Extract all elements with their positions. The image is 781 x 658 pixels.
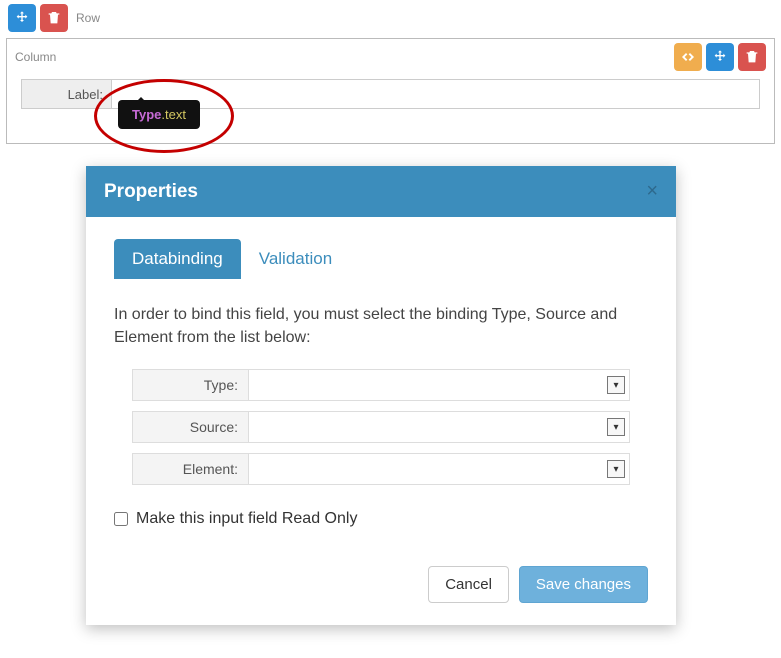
delete-button[interactable] [40, 4, 68, 32]
trash-icon [46, 10, 62, 26]
code-icon [680, 49, 696, 65]
source-select[interactable] [249, 412, 629, 442]
readonly-checkbox[interactable] [114, 512, 128, 526]
bind-label-source: Source: [133, 412, 249, 442]
delete-button-column[interactable] [738, 43, 766, 71]
row-label: Row [76, 11, 100, 25]
readonly-label: Make this input field Read Only [136, 510, 357, 528]
save-button[interactable]: Save changes [519, 566, 648, 603]
tab-content: In order to bind this field, you must se… [114, 303, 648, 528]
move-button-column[interactable] [706, 43, 734, 71]
row-toolbar: Row [0, 0, 781, 36]
tab-validation[interactable]: Validation [241, 239, 350, 279]
move-icon [712, 49, 728, 65]
element-select[interactable] [249, 454, 629, 484]
binding-tooltip: Type.text [118, 100, 200, 129]
column-title: Column [15, 50, 56, 64]
bind-row-source: Source: ▾ [132, 411, 630, 443]
trash-icon [744, 49, 760, 65]
tooltip-type: Type [132, 107, 161, 122]
dialog-body: Databinding Validation In order to bind … [86, 217, 676, 548]
code-button[interactable] [674, 43, 702, 71]
dialog-footer: Cancel Save changes [86, 548, 676, 625]
tab-databinding[interactable]: Databinding [114, 239, 241, 279]
label-input[interactable] [112, 80, 759, 108]
move-button[interactable] [8, 4, 36, 32]
readonly-option[interactable]: Make this input field Read Only [114, 510, 648, 528]
dialog-title: Properties [104, 181, 198, 203]
binding-table: Type: ▾ Source: ▾ Element: [132, 369, 630, 485]
dialog-header: Properties × [86, 166, 676, 217]
column-header: Column [7, 39, 774, 75]
field-label: Label: [22, 80, 112, 108]
cancel-button[interactable]: Cancel [428, 566, 509, 603]
type-select[interactable] [249, 370, 629, 400]
bind-label-type: Type: [133, 370, 249, 400]
close-icon: × [646, 180, 658, 202]
properties-dialog: Properties × Databinding Validation In o… [86, 166, 676, 625]
bind-row-element: Element: ▾ [132, 453, 630, 485]
instruction-text: In order to bind this field, you must se… [114, 303, 648, 349]
bind-label-element: Element: [133, 454, 249, 484]
move-icon [14, 10, 30, 26]
tab-bar: Databinding Validation [114, 239, 648, 279]
bind-row-type: Type: ▾ [132, 369, 630, 401]
close-button[interactable]: × [646, 180, 658, 203]
tooltip-suffix: .text [161, 107, 186, 122]
column-actions [674, 43, 766, 71]
